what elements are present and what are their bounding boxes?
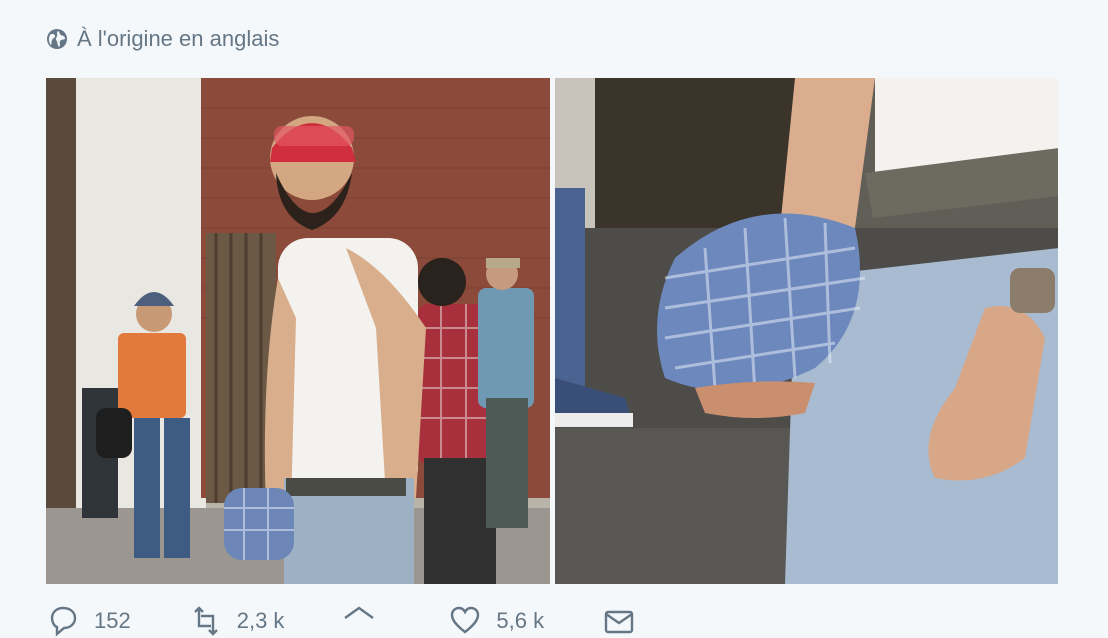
tweet-photo-2[interactable]: [554, 78, 1058, 584]
street-scene-photo: [46, 78, 550, 584]
reply-icon: [50, 606, 77, 637]
original-language-notice: À l'origine en anglais: [46, 26, 279, 52]
share-button[interactable]: [342, 604, 390, 638]
share-icon: [344, 606, 375, 619]
heart-icon: [451, 606, 480, 634]
retweet-button[interactable]: 2,3 k: [189, 604, 285, 638]
reply-button[interactable]: 152: [46, 604, 131, 638]
globe-icon: [46, 28, 68, 50]
like-count: 5,6 k: [496, 608, 545, 633]
closeup-photo: [554, 78, 1058, 584]
retweet-count: 2,3 k: [236, 608, 285, 633]
message-icon: [604, 610, 634, 634]
like-button[interactable]: 5,6 k: [448, 604, 544, 638]
tweet-media-grid: [46, 78, 1058, 584]
retweet-icon: [193, 606, 218, 636]
tweet-actions: 152 2,3 k 5,6 k: [46, 604, 650, 638]
original-language-label: À l'origine en anglais: [77, 26, 280, 51]
reply-count: 152: [94, 608, 131, 633]
dm-button[interactable]: [602, 604, 650, 638]
tweet-photo-1[interactable]: [46, 78, 550, 584]
